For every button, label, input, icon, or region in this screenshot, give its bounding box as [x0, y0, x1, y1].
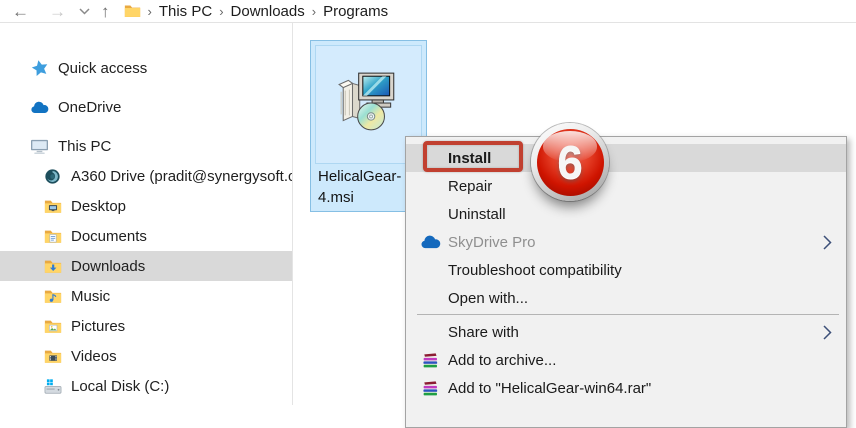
sidebar-item-this-pc[interactable]: This PC [0, 131, 292, 161]
msi-installer-icon [336, 71, 402, 138]
skydrive-cloud-icon [419, 231, 441, 253]
menu-item-label: Add to "HelicalGear-win64.rar" [448, 380, 651, 397]
music-folder-icon [43, 287, 62, 306]
menu-item-label: Repair [448, 178, 492, 195]
sidebar-item-onedrive[interactable]: OneDrive [0, 92, 292, 122]
sidebar-item-label: OneDrive [58, 99, 121, 116]
chevron-right-icon [823, 235, 832, 250]
sidebar-item-pictures[interactable]: Pictures [0, 311, 292, 341]
menu-item-add-to-archive[interactable]: Add to archive... [406, 346, 846, 374]
sidebar-item-label: Desktop [71, 198, 126, 215]
breadcrumb-separator: › [219, 4, 223, 19]
sidebar-item-quick-access[interactable]: Quick access [0, 53, 292, 83]
breadcrumb-separator: › [148, 4, 152, 19]
step-number-badge-face: 6 [537, 129, 604, 196]
menu-item-label: Troubleshoot compatibility [448, 262, 622, 279]
menu-item-label: Uninstall [448, 206, 506, 223]
sidebar-item-label: Local Disk (C:) [71, 378, 169, 395]
sidebar-item-music[interactable]: Music [0, 281, 292, 311]
downloads-folder-icon [43, 257, 62, 276]
menu-item-label: Add to archive... [448, 352, 556, 369]
sidebar-item-label: Downloads [71, 258, 145, 275]
sidebar-item-videos[interactable]: Videos [0, 341, 292, 371]
sidebar-item-local-disk[interactable]: Local Disk (C:) [0, 371, 292, 401]
cloud-icon [30, 98, 49, 117]
breadcrumb-separator: › [312, 4, 316, 19]
step-number: 6 [557, 135, 583, 189]
navigation-pane: Quick access OneDrive This PC A360 Drive… [0, 23, 293, 405]
sidebar-item-label: Documents [71, 228, 147, 245]
folder-icon [124, 4, 141, 18]
chevron-down-icon[interactable] [79, 8, 90, 15]
sidebar-item-documents[interactable]: Documents [0, 221, 292, 251]
sidebar-item-label: Videos [71, 348, 117, 365]
menu-item-add-to-named-archive[interactable]: Add to "HelicalGear-win64.rar" [406, 374, 846, 402]
menu-item-label: SkyDrive Pro [448, 234, 536, 251]
sidebar-item-downloads[interactable]: Downloads [0, 251, 292, 281]
menu-item-open-with[interactable]: Open with... [406, 284, 846, 312]
menu-item-share-with[interactable]: Share with [406, 318, 846, 346]
sidebar-item-label: Pictures [71, 318, 125, 335]
breadcrumb-this-pc[interactable]: This PC [159, 3, 212, 20]
toolbar: ← → ↑ › This PC › Downloads › Programs [0, 0, 856, 23]
videos-folder-icon [43, 347, 62, 366]
sidebar-item-a360-drive[interactable]: A360 Drive (pradit@synergysoft.cc [0, 161, 292, 191]
forward-icon[interactable]: → [49, 3, 66, 20]
menu-item-uninstall[interactable]: Uninstall [406, 200, 846, 228]
menu-item-repair[interactable]: Repair [406, 172, 846, 200]
context-menu: Install Repair Uninstall SkyDrive Pro Tr… [405, 136, 847, 428]
menu-item-skydrive-pro[interactable]: SkyDrive Pro [406, 228, 846, 256]
sidebar-item-label: A360 Drive (pradit@synergysoft.cc [71, 168, 292, 185]
step-number-badge: 6 [531, 123, 609, 201]
menu-item-label: Open with... [448, 290, 528, 307]
up-icon[interactable]: ↑ [101, 3, 110, 20]
pictures-folder-icon [43, 317, 62, 336]
local-disk-icon [43, 377, 62, 396]
a360-drive-icon [43, 167, 62, 186]
menu-separator [417, 314, 839, 315]
back-icon[interactable]: ← [12, 3, 29, 20]
menu-item-label: Share with [448, 324, 519, 341]
sidebar-item-label: Quick access [58, 60, 147, 77]
annotation-highlight-box [423, 141, 523, 172]
winrar-icon [419, 377, 441, 399]
desktop-folder-icon [43, 197, 62, 216]
breadcrumb-programs[interactable]: Programs [323, 3, 388, 20]
sidebar-item-label: Music [71, 288, 110, 305]
star-icon [30, 59, 49, 78]
sidebar-item-desktop[interactable]: Desktop [0, 191, 292, 221]
computer-icon [30, 137, 49, 156]
sidebar-item-label: This PC [58, 138, 111, 155]
documents-folder-icon [43, 227, 62, 246]
menu-item-troubleshoot-compatibility[interactable]: Troubleshoot compatibility [406, 256, 846, 284]
breadcrumb-downloads[interactable]: Downloads [231, 3, 305, 20]
chevron-right-icon [823, 325, 832, 340]
winrar-icon [419, 349, 441, 371]
